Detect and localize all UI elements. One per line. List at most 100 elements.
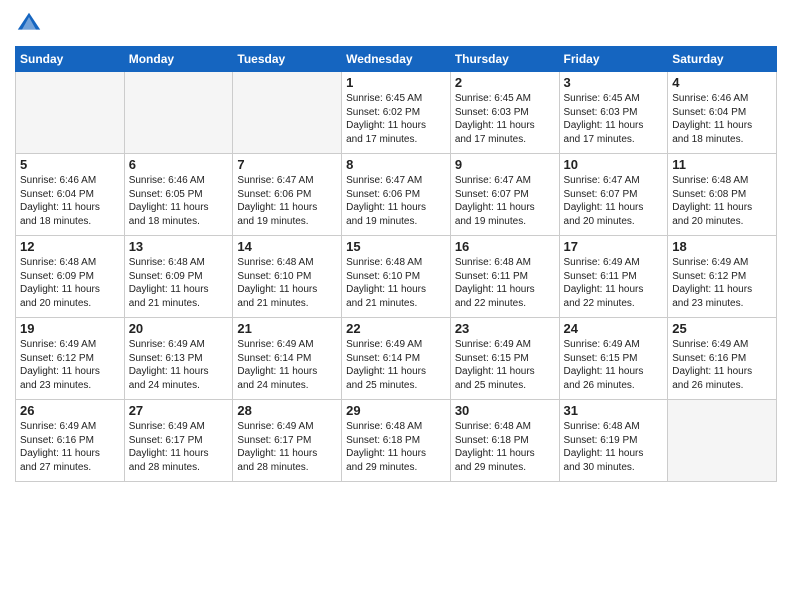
calendar-day-cell: 27 Sunrise: 6:49 AM Sunset: 6:17 PM Dayli… bbox=[124, 400, 233, 482]
calendar-day-header: Friday bbox=[559, 47, 668, 72]
page: SundayMondayTuesdayWednesdayThursdayFrid… bbox=[0, 0, 792, 612]
day-info: Sunrise: 6:49 AM Sunset: 6:14 PM Dayligh… bbox=[237, 338, 337, 392]
calendar-day-cell: 22 Sunrise: 6:49 AM Sunset: 6:14 PM Dayli… bbox=[342, 318, 451, 400]
calendar-day-header: Thursday bbox=[450, 47, 559, 72]
calendar-day-cell: 17 Sunrise: 6:49 AM Sunset: 6:11 PM Dayli… bbox=[559, 236, 668, 318]
day-info: Sunrise: 6:48 AM Sunset: 6:09 PM Dayligh… bbox=[129, 256, 229, 310]
day-info: Sunrise: 6:49 AM Sunset: 6:16 PM Dayligh… bbox=[20, 420, 120, 474]
calendar-day-cell: 13 Sunrise: 6:48 AM Sunset: 6:09 PM Dayli… bbox=[124, 236, 233, 318]
day-info: Sunrise: 6:46 AM Sunset: 6:05 PM Dayligh… bbox=[129, 174, 229, 228]
calendar-day-cell: 11Sunrise: 6:48 AM Sunset: 6:08 PM Dayli… bbox=[668, 154, 777, 236]
calendar-day-cell: 2Sunrise: 6:45 AM Sunset: 6:03 PM Daylig… bbox=[450, 72, 559, 154]
day-info: Sunrise: 6:49 AM Sunset: 6:11 PM Dayligh… bbox=[564, 256, 664, 310]
day-number: 3 bbox=[564, 75, 664, 90]
calendar-day-cell: 12 Sunrise: 6:48 AM Sunset: 6:09 PM Dayli… bbox=[16, 236, 125, 318]
day-number: 8 bbox=[346, 157, 446, 172]
calendar-week-row: 12 Sunrise: 6:48 AM Sunset: 6:09 PM Dayli… bbox=[16, 236, 777, 318]
calendar-day-cell: 9Sunrise: 6:47 AM Sunset: 6:07 PM Daylig… bbox=[450, 154, 559, 236]
day-number: 24 bbox=[564, 321, 664, 336]
calendar-day-header: Monday bbox=[124, 47, 233, 72]
day-info: Sunrise: 6:47 AM Sunset: 6:06 PM Dayligh… bbox=[237, 174, 337, 228]
day-info: Sunrise: 6:49 AM Sunset: 6:17 PM Dayligh… bbox=[129, 420, 229, 474]
calendar-day-cell: 15 Sunrise: 6:48 AM Sunset: 6:10 PM Dayli… bbox=[342, 236, 451, 318]
calendar-day-cell: 16 Sunrise: 6:48 AM Sunset: 6:11 PM Dayli… bbox=[450, 236, 559, 318]
day-number: 27 bbox=[129, 403, 229, 418]
calendar-day-cell: 26 Sunrise: 6:49 AM Sunset: 6:16 PM Dayli… bbox=[16, 400, 125, 482]
logo bbox=[15, 10, 47, 38]
day-number: 30 bbox=[455, 403, 555, 418]
calendar-day-cell: 19 Sunrise: 6:49 AM Sunset: 6:12 PM Dayli… bbox=[16, 318, 125, 400]
calendar-day-cell: 6 Sunrise: 6:46 AM Sunset: 6:05 PM Daylig… bbox=[124, 154, 233, 236]
calendar-day-header: Tuesday bbox=[233, 47, 342, 72]
day-info: Sunrise: 6:45 AM Sunset: 6:02 PM Dayligh… bbox=[346, 92, 446, 146]
day-info: Sunrise: 6:48 AM Sunset: 6:11 PM Dayligh… bbox=[455, 256, 555, 310]
day-info: Sunrise: 6:49 AM Sunset: 6:14 PM Dayligh… bbox=[346, 338, 446, 392]
day-number: 10 bbox=[564, 157, 664, 172]
day-info: Sunrise: 6:48 AM Sunset: 6:18 PM Dayligh… bbox=[346, 420, 446, 474]
day-number: 9 bbox=[455, 157, 555, 172]
day-info: Sunrise: 6:45 AM Sunset: 6:03 PM Dayligh… bbox=[564, 92, 664, 146]
calendar-day-cell bbox=[16, 72, 125, 154]
day-number: 19 bbox=[20, 321, 120, 336]
day-info: Sunrise: 6:49 AM Sunset: 6:17 PM Dayligh… bbox=[237, 420, 337, 474]
day-number: 20 bbox=[129, 321, 229, 336]
day-number: 18 bbox=[672, 239, 772, 254]
day-info: Sunrise: 6:49 AM Sunset: 6:12 PM Dayligh… bbox=[20, 338, 120, 392]
day-number: 12 bbox=[20, 239, 120, 254]
day-number: 15 bbox=[346, 239, 446, 254]
day-info: Sunrise: 6:48 AM Sunset: 6:10 PM Dayligh… bbox=[346, 256, 446, 310]
day-info: Sunrise: 6:49 AM Sunset: 6:13 PM Dayligh… bbox=[129, 338, 229, 392]
calendar-table: SundayMondayTuesdayWednesdayThursdayFrid… bbox=[15, 46, 777, 482]
calendar-day-cell bbox=[668, 400, 777, 482]
day-number: 13 bbox=[129, 239, 229, 254]
day-number: 23 bbox=[455, 321, 555, 336]
day-number: 4 bbox=[672, 75, 772, 90]
calendar-day-cell: 18Sunrise: 6:49 AM Sunset: 6:12 PM Dayli… bbox=[668, 236, 777, 318]
day-number: 1 bbox=[346, 75, 446, 90]
day-info: Sunrise: 6:47 AM Sunset: 6:07 PM Dayligh… bbox=[564, 174, 664, 228]
day-number: 31 bbox=[564, 403, 664, 418]
day-number: 17 bbox=[564, 239, 664, 254]
day-number: 26 bbox=[20, 403, 120, 418]
calendar-day-cell: 1 Sunrise: 6:45 AM Sunset: 6:02 PM Daylig… bbox=[342, 72, 451, 154]
day-number: 21 bbox=[237, 321, 337, 336]
calendar-day-cell: 25Sunrise: 6:49 AM Sunset: 6:16 PM Dayli… bbox=[668, 318, 777, 400]
day-info: Sunrise: 6:49 AM Sunset: 6:16 PM Dayligh… bbox=[672, 338, 772, 392]
day-number: 14 bbox=[237, 239, 337, 254]
calendar-day-cell bbox=[233, 72, 342, 154]
calendar-day-cell: 7 Sunrise: 6:47 AM Sunset: 6:06 PM Daylig… bbox=[233, 154, 342, 236]
calendar-day-header: Sunday bbox=[16, 47, 125, 72]
day-info: Sunrise: 6:47 AM Sunset: 6:06 PM Dayligh… bbox=[346, 174, 446, 228]
day-number: 16 bbox=[455, 239, 555, 254]
calendar-week-row: 5Sunrise: 6:46 AM Sunset: 6:04 PM Daylig… bbox=[16, 154, 777, 236]
day-number: 22 bbox=[346, 321, 446, 336]
day-info: Sunrise: 6:48 AM Sunset: 6:19 PM Dayligh… bbox=[564, 420, 664, 474]
day-number: 2 bbox=[455, 75, 555, 90]
calendar-day-cell: 14 Sunrise: 6:48 AM Sunset: 6:10 PM Dayli… bbox=[233, 236, 342, 318]
day-info: Sunrise: 6:48 AM Sunset: 6:10 PM Dayligh… bbox=[237, 256, 337, 310]
calendar-week-row: 19 Sunrise: 6:49 AM Sunset: 6:12 PM Dayli… bbox=[16, 318, 777, 400]
calendar-day-header: Saturday bbox=[668, 47, 777, 72]
day-number: 7 bbox=[237, 157, 337, 172]
day-info: Sunrise: 6:49 AM Sunset: 6:15 PM Dayligh… bbox=[564, 338, 664, 392]
calendar-day-cell: 31 Sunrise: 6:48 AM Sunset: 6:19 PM Dayli… bbox=[559, 400, 668, 482]
day-info: Sunrise: 6:49 AM Sunset: 6:15 PM Dayligh… bbox=[455, 338, 555, 392]
calendar-day-cell: 8 Sunrise: 6:47 AM Sunset: 6:06 PM Daylig… bbox=[342, 154, 451, 236]
day-info: Sunrise: 6:48 AM Sunset: 6:09 PM Dayligh… bbox=[20, 256, 120, 310]
day-info: Sunrise: 6:48 AM Sunset: 6:18 PM Dayligh… bbox=[455, 420, 555, 474]
calendar-header-row: SundayMondayTuesdayWednesdayThursdayFrid… bbox=[16, 47, 777, 72]
day-info: Sunrise: 6:46 AM Sunset: 6:04 PM Dayligh… bbox=[672, 92, 772, 146]
calendar-day-cell bbox=[124, 72, 233, 154]
logo-icon bbox=[15, 10, 43, 38]
calendar-day-cell: 23 Sunrise: 6:49 AM Sunset: 6:15 PM Dayli… bbox=[450, 318, 559, 400]
calendar-day-cell: 5Sunrise: 6:46 AM Sunset: 6:04 PM Daylig… bbox=[16, 154, 125, 236]
calendar-day-cell: 3 Sunrise: 6:45 AM Sunset: 6:03 PM Daylig… bbox=[559, 72, 668, 154]
day-info: Sunrise: 6:46 AM Sunset: 6:04 PM Dayligh… bbox=[20, 174, 120, 228]
calendar-day-cell: 29Sunrise: 6:48 AM Sunset: 6:18 PM Dayli… bbox=[342, 400, 451, 482]
calendar-day-header: Wednesday bbox=[342, 47, 451, 72]
day-number: 6 bbox=[129, 157, 229, 172]
day-number: 28 bbox=[237, 403, 337, 418]
calendar-week-row: 26 Sunrise: 6:49 AM Sunset: 6:16 PM Dayli… bbox=[16, 400, 777, 482]
day-number: 11 bbox=[672, 157, 772, 172]
calendar-day-cell: 10 Sunrise: 6:47 AM Sunset: 6:07 PM Dayli… bbox=[559, 154, 668, 236]
